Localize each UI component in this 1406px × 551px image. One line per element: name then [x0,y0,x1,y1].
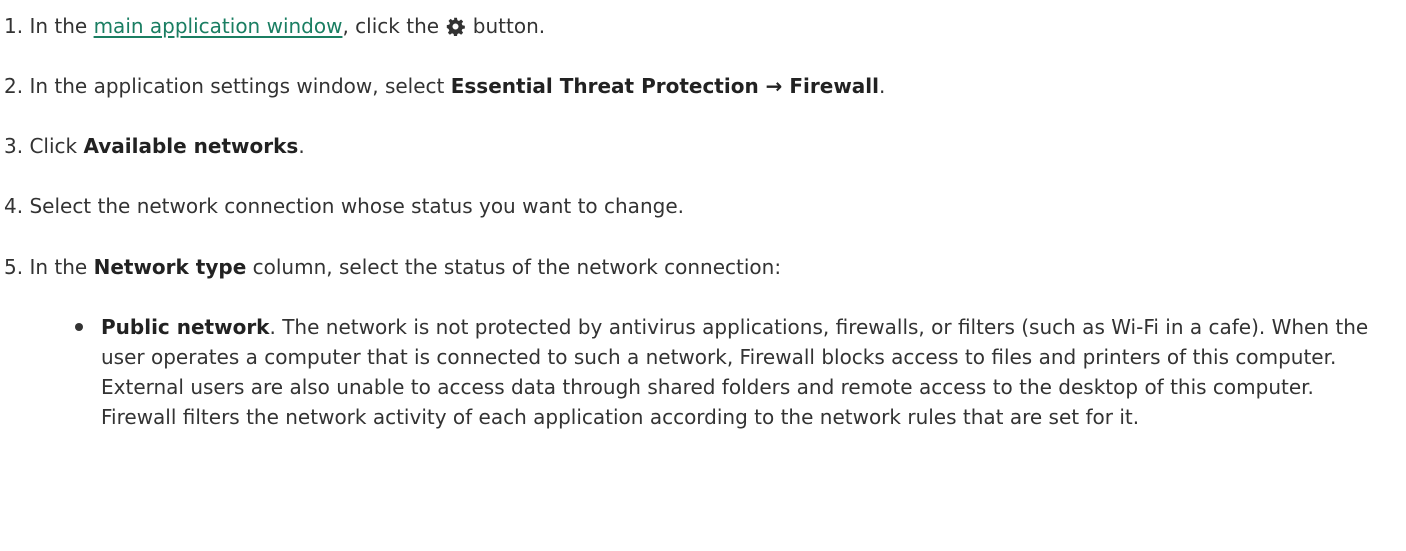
step-text: In the [29,255,88,279]
step-1: 1. In the main application window, click… [4,13,545,39]
step-number: 4. [4,194,24,218]
step-number: 2. [4,74,24,98]
step-text: Select the network connection whose stat… [29,194,684,218]
step-number: 1. [4,14,24,38]
list-item: Public network. The network is not prote… [75,312,1395,432]
step-2: 2. In the application settings window, s… [4,73,885,99]
network-type-label: Network type [93,255,247,279]
step-4: 4. Select the network connection whose s… [4,193,684,219]
step-number: 3. [4,134,24,158]
step-text: . [298,134,305,158]
step-3: 3. Click Available networks. [4,133,305,159]
available-networks-label: Available networks [83,134,299,158]
main-application-window-link[interactable]: main application window [94,14,343,38]
public-network-term: Public network [101,315,270,339]
network-type-list: Public network. The network is not prote… [75,312,1395,432]
settings-path: Essential Threat Protection → Firewall [450,74,880,98]
step-number: 5. [4,255,24,279]
gear-icon [447,17,466,36]
step-5: 5. In the Network type column, select th… [4,254,781,280]
public-network-description: . The network is not protected by antivi… [101,315,1369,429]
step-text: Click [29,134,78,158]
step-text: button. [472,14,546,38]
step-text: In the application settings window, sele… [29,74,445,98]
step-text: . [879,74,886,98]
bullet-dot-icon [75,323,83,331]
step-text: In the [29,14,88,38]
step-text: column, select the status of the network… [252,255,782,279]
step-text: , click the [342,14,440,38]
